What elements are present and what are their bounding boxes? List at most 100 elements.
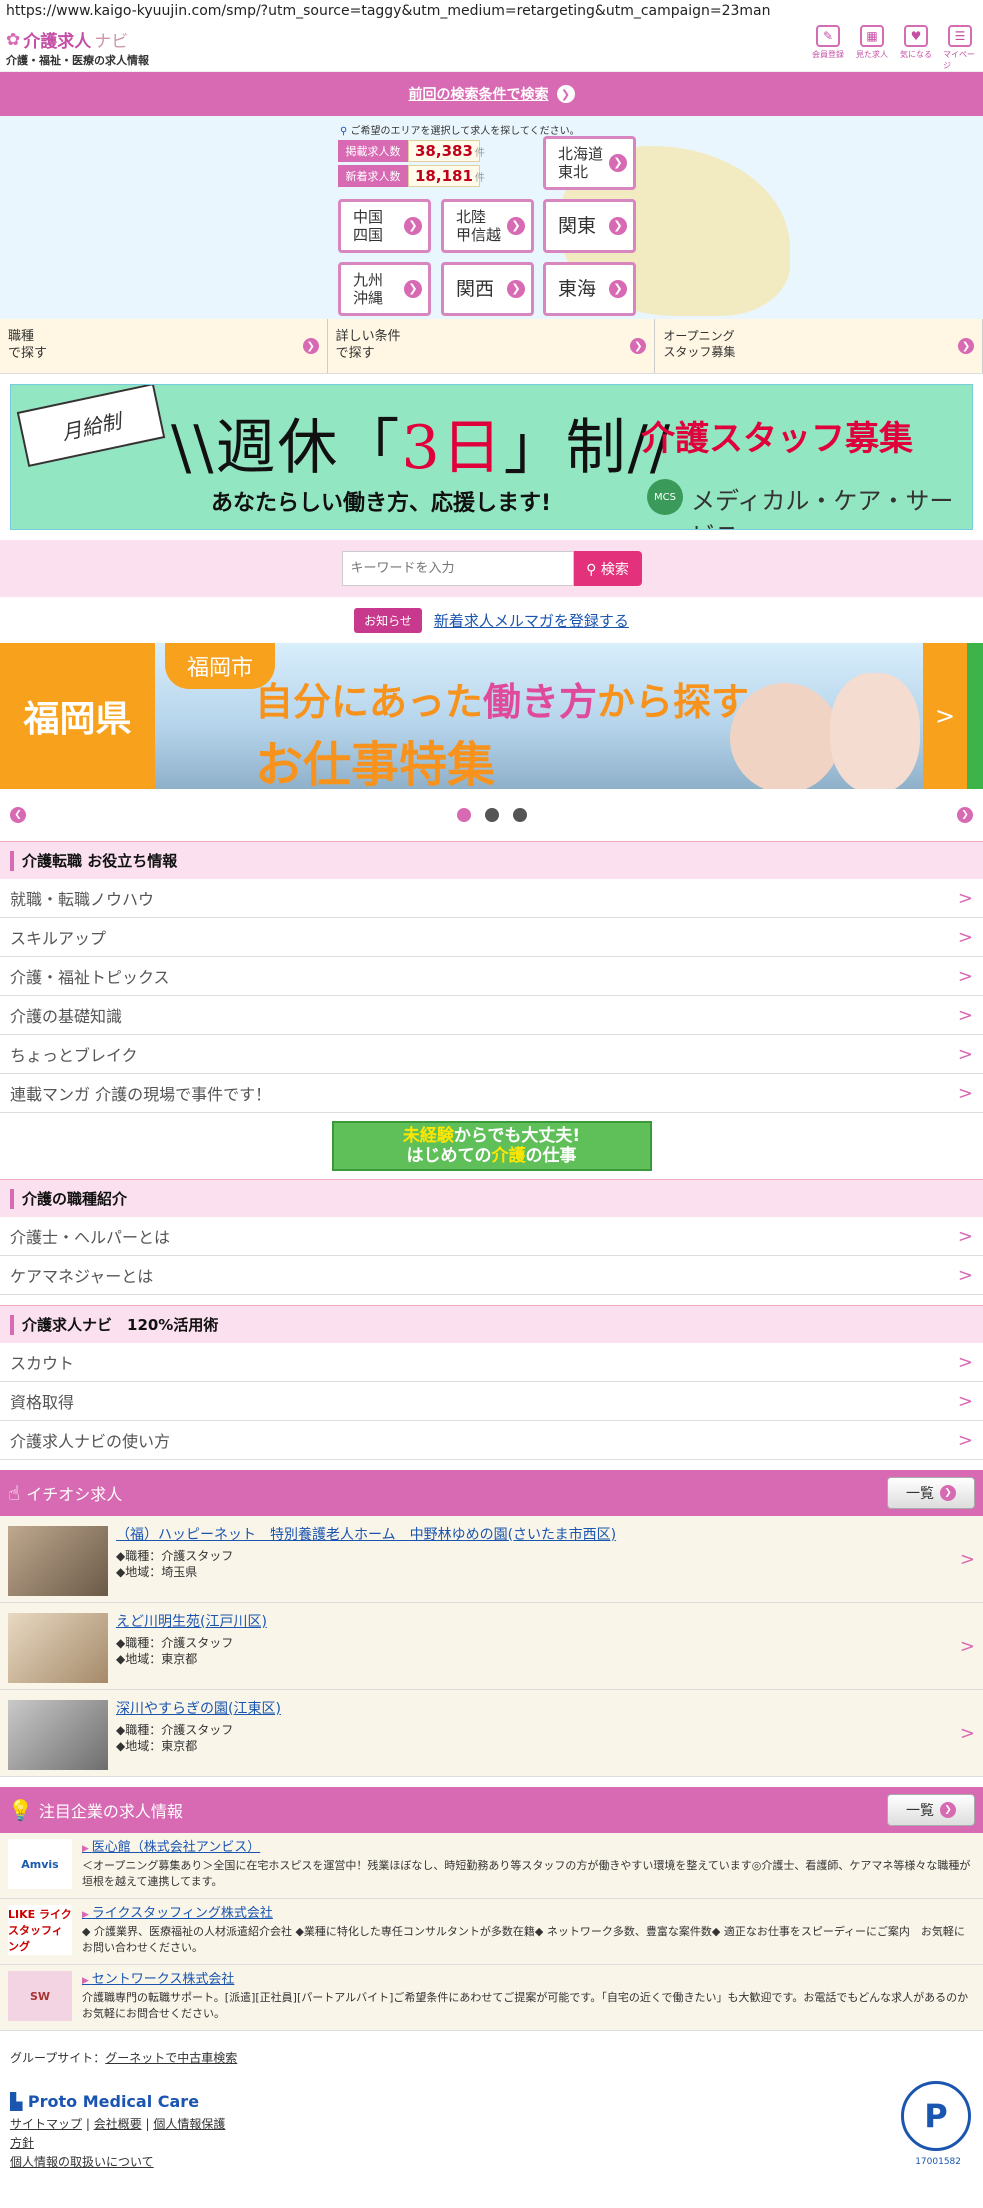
carousel-next-button[interactable]: ❯ <box>957 807 973 823</box>
heart-icon: ♥ <box>904 24 928 47</box>
list-item[interactable]: 連載マンガ 介護の現場で事件です！ > <box>0 1074 983 1113</box>
mcs-logo: MCS <box>647 479 683 515</box>
chevron-right-icon: > <box>957 1004 973 1026</box>
list-item[interactable]: ちょっとブレイク > <box>0 1035 983 1074</box>
region-tokai[interactable]: 東海 ❯ <box>543 262 636 316</box>
company-link[interactable]: 会社概要 <box>94 2117 142 2131</box>
browser-url-bar[interactable]: https://www.kaigo-kyuujin.com/smp/?utm_s… <box>0 0 983 24</box>
chevron-right-icon: > <box>957 1225 973 1247</box>
newsletter-link[interactable]: 新着求人メルマガを登録する <box>434 610 629 631</box>
company-item[interactable]: SW セントワークス株式会社介護職専門の転職サポート。[派遣][正社員][パート… <box>0 1965 983 2031</box>
banner-recruit-text: 介護スタッフ募集 <box>641 419 913 459</box>
list-item[interactable]: 介護の基礎知識 > <box>0 996 983 1035</box>
list-item[interactable]: 介護求人ナビの使い方 > <box>0 1421 983 1460</box>
featured-companies-list: Amvis 医心館（株式会社アンビス）＜オープニング募集あり＞全国に在宅ホスピス… <box>0 1833 983 2031</box>
job-counts: 掲載求人数 38,383 件 新着求人数 18,181 件 <box>338 140 485 190</box>
building-icon: ▙ <box>10 2092 23 2111</box>
search-icon: ⚲ <box>586 561 597 578</box>
chevron-right-icon: ❯ <box>507 280 525 298</box>
carousel-dots: ❮ ❯ <box>0 789 983 841</box>
carousel-dot[interactable] <box>484 808 499 822</box>
list-item[interactable]: スキルアップ > <box>0 918 983 957</box>
job-photo <box>8 1526 108 1596</box>
pickup-list-button[interactable]: 一覧 ❯ <box>887 1477 975 1509</box>
chevron-right-icon: > <box>957 1043 973 1065</box>
sitemap-link[interactable]: サイトマップ <box>10 2117 82 2131</box>
list-item[interactable]: 介護・福祉トピックス > <box>0 957 983 996</box>
calendar-icon: ▦ <box>860 24 884 47</box>
proto-brand: ▙ Proto Medical Care <box>10 2092 200 2111</box>
chevron-right-icon: ❯ <box>940 1485 956 1501</box>
carousel-prev-button[interactable]: ❮ <box>10 807 26 823</box>
region-kansai[interactable]: 関西 ❯ <box>441 262 534 316</box>
viewed-jobs-button[interactable]: ▦ 見た求人 <box>855 24 889 71</box>
chevron-right-icon: ❯ <box>609 217 627 235</box>
chevron-right-icon: > <box>957 1264 973 1286</box>
new-count: 18,181 件 <box>408 165 485 187</box>
job-types-title: 介護の職種紹介 <box>0 1179 983 1217</box>
list-item[interactable]: 介護士・ヘルパーとは > <box>0 1217 983 1256</box>
chevron-right-icon: > <box>959 1723 975 1744</box>
banner-subline: あなたらしい働き方、応援します! <box>211 491 552 516</box>
carousel-dot[interactable] <box>456 808 471 822</box>
banner-next-button[interactable]: > <box>923 643 967 789</box>
area-map: ⚲ ご希望のエリアを選択して求人を探してください。 掲載求人数 38,383 件 新… <box>0 116 983 319</box>
mypage-button[interactable]: ☰ マイページ <box>943 24 977 71</box>
list-item[interactable]: 資格取得 > <box>0 1382 983 1421</box>
region-hokkaido-tohoku[interactable]: 北海道 東北 ❯ <box>543 136 636 190</box>
list-item[interactable]: スカウト > <box>0 1343 983 1382</box>
usage-list: スカウト > 資格取得 > 介護求人ナビの使い方 > <box>0 1343 983 1460</box>
featured-list-button[interactable]: 一覧 ❯ <box>887 1794 975 1826</box>
carousel-dot[interactable] <box>512 808 527 822</box>
region-kanto[interactable]: 関東 ❯ <box>543 199 636 253</box>
policy-link[interactable]: 方針 <box>10 2136 34 2150</box>
privacy-link[interactable]: 個人情報保護 <box>153 2117 225 2131</box>
region-chugoku-shikoku[interactable]: 中国 四国 ❯ <box>338 199 431 253</box>
header-icons: ✎ 会員登録 ▦ 見た求人 ♥ 気になる ☰ マイページ <box>811 24 977 71</box>
list-item[interactable]: 就職・転職ノウハウ > <box>0 879 983 918</box>
site-logo[interactable]: ✿ 介護求人 ナビ 介護・福祉・医療の求人情報 <box>6 27 149 68</box>
region-hokuriku-koshinetsu[interactable]: 北陸 甲信越 ❯ <box>441 199 534 253</box>
privacy-mark-number: 17001582 <box>915 2157 961 2167</box>
register-button[interactable]: ✎ 会員登録 <box>811 24 845 71</box>
banner-company: メディカル・ケア・サービス <box>691 487 954 529</box>
keyword-search: ⚲ 検索 <box>0 540 983 597</box>
beginner-banner[interactable]: 未経験からでも大丈夫! はじめての介護の仕事 <box>0 1113 983 1179</box>
chevron-right-icon: > <box>959 1549 975 1570</box>
location-pin-icon: ⚲ <box>340 126 348 137</box>
company-item[interactable]: Amvis 医心館（株式会社アンビス）＜オープニング募集あり＞全国に在宅ホスピス… <box>0 1833 983 1899</box>
search-by-detail[interactable]: 詳しい条件 で探す ❯ <box>328 319 656 373</box>
flower-icon: ✿ <box>6 29 21 50</box>
opening-staff[interactable]: オープニング スタッフ募集 ❯ <box>655 319 983 373</box>
chevron-right-icon: ❯ <box>958 338 975 354</box>
job-item[interactable]: 深川やすらぎの園(江東区) ◆職種：介護スタッフ ◆地域：東京都 > <box>0 1690 983 1777</box>
personal-info-link[interactable]: 個人情報の取扱いについて <box>10 2155 154 2169</box>
job-photo <box>8 1700 108 1770</box>
favorites-button[interactable]: ♥ 気になる <box>899 24 933 71</box>
company-item[interactable]: LIKE ライクスタッフィング ライクスタッフィング株式会社◆ 介護業界、医療福… <box>0 1899 983 1965</box>
list-item[interactable]: ケアマネジャーとは > <box>0 1256 983 1295</box>
chevron-right-icon: > <box>957 1429 973 1451</box>
usage-title: 介護求人ナビ 120%活用術 <box>0 1305 983 1343</box>
keyword-input[interactable] <box>341 551 574 586</box>
fukuoka-feature-banner[interactable]: 福岡県 福岡市 自分にあった働き方から探す お仕事特集 > <box>0 643 983 789</box>
chevron-right-icon: > <box>957 1082 973 1104</box>
search-by-job-type[interactable]: 職種 で探す ❯ <box>0 319 328 373</box>
mcs-ad-banner[interactable]: 月給制 \\週休「3日」制// あなたらしい働き方、応援します! 介護スタッフ募… <box>10 384 973 530</box>
privacy-mark-logo: P <box>901 2081 971 2151</box>
area-note: ⚲ ご希望のエリアを選択して求人を探してください。 <box>340 126 580 137</box>
job-item[interactable]: えど川明生苑(江戸川区) ◆職種：介護スタッフ ◆地域：東京都 > <box>0 1603 983 1690</box>
search-button[interactable]: ⚲ 検索 <box>573 551 642 586</box>
goonet-link[interactable]: グーネットで中古車検索 <box>105 2051 237 2065</box>
previous-search-button[interactable]: 前回の検索条件で検索 ❯ <box>0 72 983 116</box>
person-photo <box>730 683 840 789</box>
job-item[interactable]: （福）ハッピーネット 特別養護老人ホーム 中野林ゆめの園(さいたま市西区) ◆職種… <box>0 1516 983 1603</box>
banner-headline: \\週休「3日」制// <box>171 413 673 483</box>
chevron-right-icon: > <box>959 1636 975 1657</box>
chevron-right-icon: > <box>957 887 973 909</box>
region-kyushu-okinawa[interactable]: 九州 沖縄 ❯ <box>338 262 431 316</box>
feature-title-line2: お仕事特集 <box>255 737 496 789</box>
chevron-right-icon: > <box>957 926 973 948</box>
feature-title-line1: 自分にあった働き方から探す <box>255 680 750 724</box>
pickup-jobs-header: ☝ イチオシ求人 一覧 ❯ <box>0 1470 983 1516</box>
